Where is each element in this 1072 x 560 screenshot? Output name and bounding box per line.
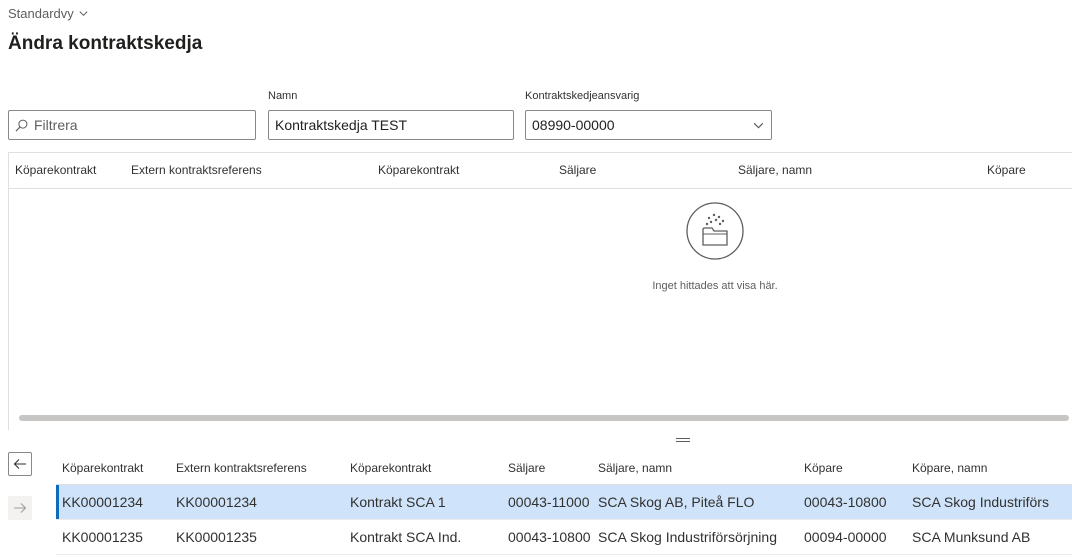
cell-buyer-contract: KK00001235 [56,519,170,555]
cell-seller-name: SCA Skog AB, Piteå FLO [592,484,798,520]
lower-col-seller-name[interactable]: Säljare, namn [592,452,798,485]
table-row[interactable]: KK00001234 KK00001234 Kontrakt SCA 1 000… [56,484,1072,520]
cell-seller-link[interactable]: 00043-11000 [502,484,592,520]
lower-col-seller[interactable]: Säljare [502,452,592,485]
page-title: Ändra kontraktskedja [8,33,203,54]
cell-buyer-name: SCA Munksund AB [906,519,1072,555]
horizontal-scrollbar[interactable] [19,415,1069,421]
lower-grid-header: Köparekontrakt Extern kontraktsreferens … [56,452,1072,485]
upper-grid: Köparekontrakt Extern kontraktsreferens … [8,152,1072,430]
upper-grid-header: Köparekontrakt Extern kontraktsreferens … [9,153,1072,189]
responsible-dropdown[interactable]: 08990-00000 [525,110,772,140]
name-label: Namn [268,90,298,102]
empty-message: Inget hittades att visa här. [652,280,778,292]
filter-placeholder: Filtrera [34,117,78,133]
lower-grid: Köparekontrakt Extern kontraktsreferens … [56,452,1072,555]
chevron-down-icon [753,122,764,129]
cell-buyer: 00043-10800 [798,484,906,520]
cell-seller-name: SCA Skog Industriförsörjning [592,519,798,555]
upper-col-seller[interactable]: Säljare [559,163,596,177]
table-row[interactable]: KK00001235 KK00001235 Kontrakt SCA Ind. … [56,519,1072,555]
cell-buyer: 00094-00000 [798,519,906,555]
cell-buyer-name: SCA Skog Industriförs [906,484,1072,520]
cell-external-ref: KK00001234 [170,484,344,520]
lower-col-buyer-contract[interactable]: Köparekontrakt [56,452,170,485]
lower-col-buyer[interactable]: Köpare [798,452,906,485]
move-left-button[interactable] [8,452,32,476]
upper-col-seller-name[interactable]: Säljare, namn [738,163,812,177]
arrow-left-icon [13,459,26,469]
lower-col-external-ref[interactable]: Extern kontraktsreferens [170,452,344,485]
lower-col-buyer-name[interactable]: Köpare, namn [906,452,1072,485]
search-icon [15,119,28,131]
responsible-label: Kontraktskedjeansvarig [525,90,640,102]
lower-col-buyer-contract-2[interactable]: Köparekontrakt [344,452,502,485]
filter-input[interactable]: Filtrera [8,110,256,140]
name-value: Kontraktskedja TEST [275,117,408,133]
arrow-right-icon [14,503,27,513]
upper-col-buyer-contract-2[interactable]: Köparekontrakt [378,163,459,177]
view-selector[interactable]: Standardvy [8,6,89,21]
view-name: Standardvy [8,6,74,21]
name-input[interactable]: Kontraktskedja TEST [268,110,514,140]
upper-col-external-ref[interactable]: Extern kontraktsreferens [131,163,262,177]
upper-col-buyer[interactable]: Köpare [987,163,1026,177]
lower-grid-table: Köparekontrakt Extern kontraktsreferens … [56,452,1072,555]
chevron-down-icon [79,11,88,17]
cell-seller: 00043-10800 [502,519,592,555]
pane-splitter[interactable] [676,438,690,444]
move-right-button[interactable] [8,496,32,520]
upper-col-buyer-contract[interactable]: Köparekontrakt [15,163,96,177]
cell-buyer-contract-2: Kontrakt SCA 1 [344,484,502,520]
empty-state: Inget hittades att visa här. [595,201,835,292]
cell-buyer-contract-2: Kontrakt SCA Ind. [344,519,502,555]
responsible-value: 08990-00000 [532,117,615,133]
empty-folder-icon [686,202,744,260]
cell-external-ref: KK00001235 [170,519,344,555]
cell-buyer-contract: KK00001234 [56,484,170,520]
